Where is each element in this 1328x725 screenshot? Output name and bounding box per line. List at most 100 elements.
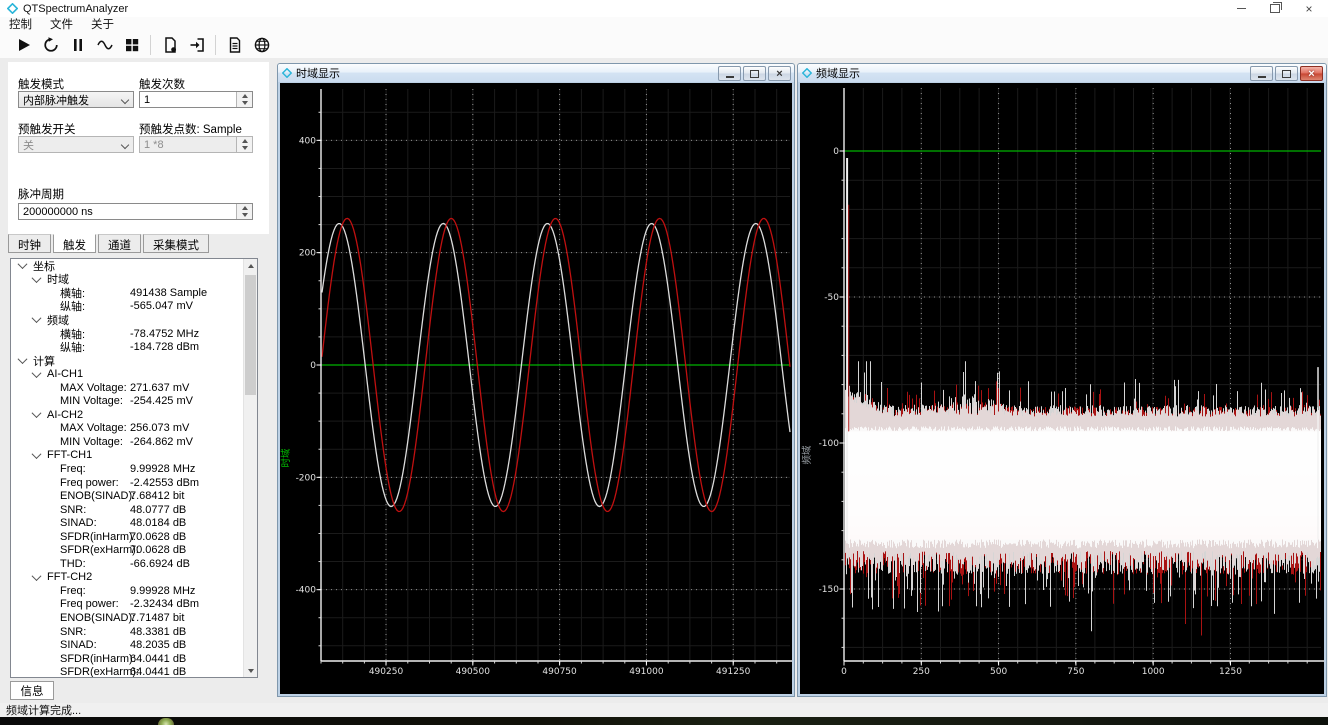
export-session-button[interactable] xyxy=(183,33,210,57)
tree-row[interactable]: MIN Voltage:-264.862 mV xyxy=(11,435,257,449)
waveform-button[interactable] xyxy=(91,33,118,57)
chevron-expanded-icon[interactable] xyxy=(32,571,42,581)
pretrigger-switch-combo[interactable]: 关 xyxy=(18,136,134,153)
restore-button[interactable] xyxy=(1258,0,1292,17)
network-button[interactable] xyxy=(248,33,275,57)
taskbar[interactable] xyxy=(0,717,1328,725)
tree-row[interactable]: Freq:9.99928 MHz xyxy=(11,584,257,598)
pause-button[interactable] xyxy=(64,33,91,57)
scroll-down-button[interactable] xyxy=(244,664,257,677)
tab-3[interactable]: 采集模式 xyxy=(143,234,209,253)
close-button[interactable]: × xyxy=(768,66,791,81)
spin-buttons[interactable] xyxy=(236,204,252,219)
settings-tab-bar: 时钟触发通道采集模式 xyxy=(8,234,211,252)
minimize-button[interactable] xyxy=(1250,66,1273,81)
tree-row[interactable]: FFT-CH1 xyxy=(11,449,257,463)
svg-text:1000: 1000 xyxy=(1142,667,1165,677)
tree-row[interactable]: FFT-CH2 xyxy=(11,571,257,585)
trigger-count-spinbox[interactable]: 1 xyxy=(139,91,253,108)
report-file-button[interactable] xyxy=(221,33,248,57)
tree-row[interactable]: 时域 xyxy=(11,273,257,287)
play-button[interactable] xyxy=(10,33,37,57)
tree-row[interactable]: SFDR(exHarm):64.0441 dB xyxy=(11,665,257,678)
maximize-button[interactable] xyxy=(743,66,766,81)
tree-row[interactable]: 横轴:-78.4752 MHz xyxy=(11,327,257,341)
close-button[interactable]: × xyxy=(1300,66,1323,81)
tree-row[interactable]: 计算 xyxy=(11,354,257,368)
pretrigger-points-spinbox[interactable]: 1 *8 xyxy=(139,136,253,153)
tree-row[interactable]: Freq power:-2.32434 dBm xyxy=(11,598,257,612)
chevron-down-icon xyxy=(121,141,129,149)
chevron-expanded-icon[interactable] xyxy=(32,368,42,378)
svg-text:-100: -100 xyxy=(819,439,840,449)
titlebar[interactable]: QTSpectrumAnalyzer × xyxy=(0,0,1328,17)
menu-about[interactable]: 关于 xyxy=(82,17,123,31)
tree-row[interactable]: ENOB(SINAD):7.68412 bit xyxy=(11,489,257,503)
tree-item-label: SFDR(inHarm): xyxy=(60,531,136,543)
tab-1[interactable]: 触发 xyxy=(53,234,96,253)
scroll-up-button[interactable] xyxy=(244,259,257,272)
record-file-button[interactable] xyxy=(156,33,183,57)
tree-row[interactable]: SINAD:48.0184 dB xyxy=(11,516,257,530)
freq-window-titlebar[interactable]: 频域显示 × xyxy=(798,64,1326,82)
tab-info[interactable]: 信息 xyxy=(10,681,54,700)
spin-buttons[interactable] xyxy=(236,137,252,152)
spin-buttons[interactable] xyxy=(236,92,252,107)
chevron-expanded-icon[interactable] xyxy=(32,314,42,324)
toolbar xyxy=(0,31,1328,59)
tree-row[interactable]: 横轴:491438 Sample xyxy=(11,286,257,300)
svg-text:490500: 490500 xyxy=(456,667,491,677)
tree-row[interactable]: 频域 xyxy=(11,313,257,327)
tree-scrollbar[interactable] xyxy=(243,259,257,677)
tree-row[interactable]: SFDR(inHarm):64.0441 dB xyxy=(11,652,257,666)
main-area: 触发模式 触发次数 内部脉冲触发 1 预触发开关 预触发点数: Sample 关… xyxy=(0,58,1328,703)
tree-item-label: ENOB(SINAD): xyxy=(60,490,135,502)
svg-text:200: 200 xyxy=(299,249,316,259)
tree-row[interactable]: THD:-66.6924 dB xyxy=(11,557,257,571)
menu-control[interactable]: 控制 xyxy=(0,17,41,31)
pulse-period-spinbox[interactable]: 200000000 ns xyxy=(18,203,253,220)
tree-row[interactable]: Freq:9.99928 MHz xyxy=(11,462,257,476)
info-tab-label: 信息 xyxy=(21,683,44,699)
tree-item-value: -254.425 mV xyxy=(130,395,193,407)
tree-row[interactable]: MIN Voltage:-254.425 mV xyxy=(11,394,257,408)
tree-row[interactable]: AI-CH1 xyxy=(11,367,257,381)
freq-domain-plot[interactable]: 0250500750100012500-50-100-150频域 xyxy=(800,83,1324,694)
tree-item-label: Freq: xyxy=(60,585,86,597)
tab-0[interactable]: 时钟 xyxy=(8,234,51,253)
tree-row[interactable]: Freq power:-2.42553 dBm xyxy=(11,476,257,490)
tree-row[interactable]: SFDR(inHarm):70.0628 dB xyxy=(11,530,257,544)
chevron-expanded-icon[interactable] xyxy=(32,408,42,418)
close-button[interactable]: × xyxy=(1292,0,1326,17)
tree-row[interactable]: AI-CH2 xyxy=(11,408,257,422)
freq-window-title: 频域显示 xyxy=(816,65,860,81)
chevron-expanded-icon[interactable] xyxy=(18,259,28,269)
pretrigger-points-value: 1 *8 xyxy=(144,139,164,151)
time-domain-plot[interactable]: 4902504905004907504910004912504002000-20… xyxy=(280,83,792,694)
menu-file[interactable]: 文件 xyxy=(41,17,82,31)
time-window-titlebar[interactable]: 时域显示 × xyxy=(278,64,794,82)
scrollbar-thumb[interactable] xyxy=(245,275,256,395)
tree-row[interactable]: SNR:48.0777 dB xyxy=(11,503,257,517)
trigger-mode-combo[interactable]: 内部脉冲触发 xyxy=(18,91,134,108)
minimize-button[interactable] xyxy=(1224,0,1258,17)
chevron-expanded-icon[interactable] xyxy=(32,273,42,283)
tree-row[interactable]: ENOB(SINAD):7.71487 bit xyxy=(11,611,257,625)
tree-row[interactable]: SINAD:48.2035 dB xyxy=(11,638,257,652)
window-title: QTSpectrumAnalyzer xyxy=(23,3,128,15)
maximize-button[interactable] xyxy=(1275,66,1298,81)
taskbar-app-icon[interactable] xyxy=(158,718,174,725)
minimize-button[interactable] xyxy=(718,66,741,81)
loop-button[interactable] xyxy=(37,33,64,57)
chevron-expanded-icon[interactable] xyxy=(18,354,28,364)
tree-row[interactable]: SFDR(exHarm):70.0628 dB xyxy=(11,543,257,557)
tree-row[interactable]: MAX Voltage:256.073 mV xyxy=(11,422,257,436)
tree-row[interactable]: SNR:48.3381 dB xyxy=(11,625,257,639)
minimize-icon xyxy=(1237,8,1246,9)
arrow-down-icon xyxy=(242,101,248,105)
tab-2[interactable]: 通道 xyxy=(98,234,141,253)
tree-row[interactable]: MAX Voltage:271.637 mV xyxy=(11,381,257,395)
grid-button[interactable] xyxy=(118,33,145,57)
chevron-expanded-icon[interactable] xyxy=(32,449,42,459)
tree-item-label: Freq power: xyxy=(60,477,119,489)
